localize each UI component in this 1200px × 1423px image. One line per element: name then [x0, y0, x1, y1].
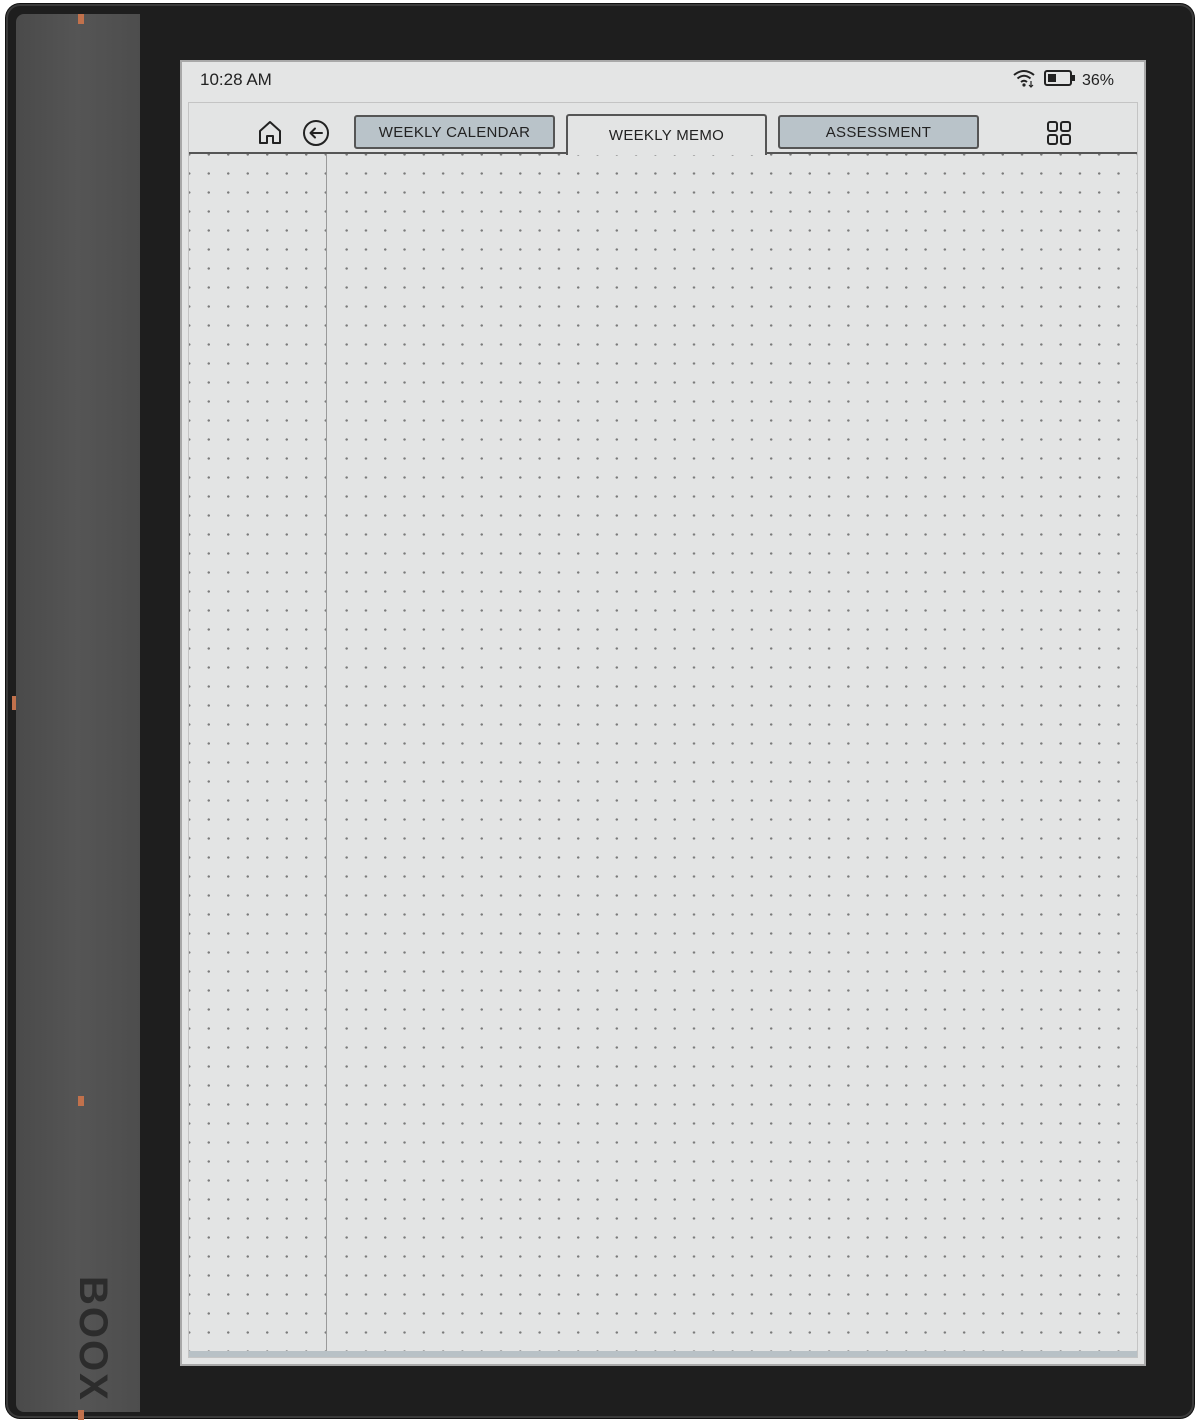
page-bottom-bar	[189, 1351, 1137, 1357]
battery-percent: 36%	[1081, 71, 1114, 89]
spine-accent-lower	[78, 1096, 84, 1106]
wifi-icon	[1012, 68, 1038, 93]
home-icon[interactable]	[255, 117, 285, 147]
tab-weekly-memo[interactable]: WEEKLY MEMO	[566, 114, 767, 155]
spine-accent-bottom	[78, 1410, 84, 1420]
margin-dot-grid[interactable]	[189, 154, 326, 1351]
planner-app: WEEKLY CALENDAR WEEKLY MEMO ASSESSMENT	[188, 102, 1138, 1358]
tab-weekly-memo-label: WEEKLY MEMO	[608, 127, 725, 144]
spine-accent-top	[78, 14, 84, 24]
status-indicators: 36%	[1012, 68, 1114, 93]
back-arrow-circle-icon[interactable]	[301, 118, 331, 148]
device-spine: BOOX	[12, 14, 140, 1420]
tab-assessment[interactable]: ASSESSMENT	[778, 115, 979, 149]
status-bar: 10:28 AM 36%	[182, 62, 1144, 100]
grid-icon[interactable]	[1045, 119, 1073, 147]
tab-weekly-calendar-label: WEEKLY CALENDAR	[378, 123, 531, 141]
spine-accent-side	[12, 696, 16, 710]
memo-page[interactable]	[189, 154, 1137, 1357]
tab-weekly-calendar[interactable]: WEEKLY CALENDAR	[354, 115, 555, 149]
screen: 10:28 AM 36% WEEKLY CALENDAR WEEKLY MEMO…	[180, 60, 1146, 1366]
brand-logo: BOOX	[71, 1276, 115, 1402]
margin-divider	[326, 154, 327, 1351]
tab-assessment-label: ASSESSMENT	[825, 123, 932, 141]
planner-toolbar: WEEKLY CALENDAR WEEKLY MEMO ASSESSMENT	[189, 103, 1137, 155]
battery-icon	[1043, 69, 1076, 92]
status-time: 10:28 AM	[200, 70, 272, 89]
main-dot-grid[interactable]	[329, 154, 1137, 1351]
